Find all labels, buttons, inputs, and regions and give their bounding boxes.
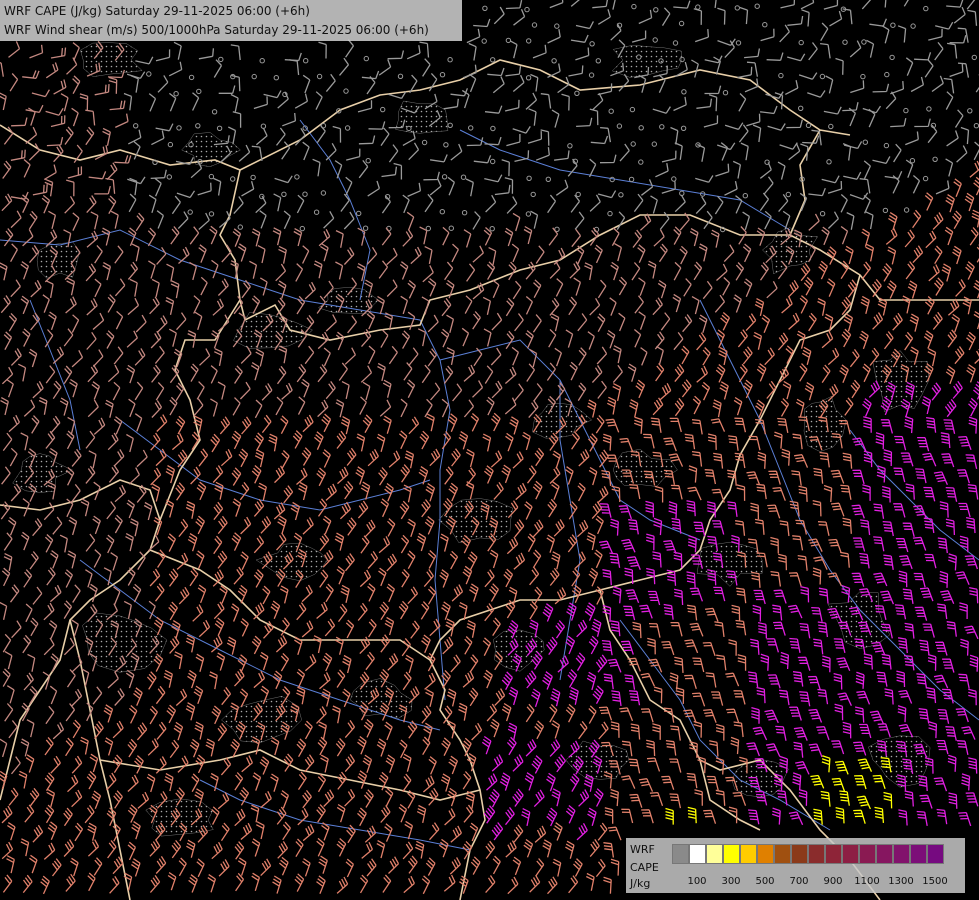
- legend-swatch: [842, 844, 859, 864]
- legend-tick: 1500: [922, 876, 948, 887]
- legend-tick: 300: [721, 876, 741, 887]
- legend-swatch: [791, 844, 808, 864]
- legend-tick-labels: 100 300 500 700 900 1100 1300 1500: [672, 876, 962, 890]
- legend-swatch: [808, 844, 825, 864]
- legend-swatch: [689, 844, 706, 864]
- legend-tick: 500: [755, 876, 775, 887]
- legend-swatch: [910, 844, 927, 864]
- legend-swatch: [740, 844, 757, 864]
- legend-tick: 1100: [854, 876, 880, 887]
- legend-tick: 900: [823, 876, 843, 887]
- cape-title: WRF CAPE (J/kg) Saturday 29-11-2025 06:0…: [4, 4, 310, 18]
- wind-shear-title: WRF Wind shear (m/s) 500/1000hPa Saturda…: [4, 23, 429, 37]
- map-background: [0, 0, 979, 900]
- map-title-box: WRF CAPE (J/kg) Saturday 29-11-2025 06:0…: [0, 0, 462, 41]
- legend-variable-label: CAPE: [630, 861, 659, 874]
- legend-model-label: WRF: [630, 843, 655, 856]
- legend-swatch: [893, 844, 910, 864]
- cape-legend: WRF CAPE J/kg 100 300 500 700 900 1100 1300 150…: [626, 838, 965, 893]
- legend-swatch: [706, 844, 723, 864]
- legend-tick: 1300: [888, 876, 914, 887]
- legend-swatch: [723, 844, 740, 864]
- legend-swatch: [672, 844, 689, 864]
- legend-unit-label: J/kg: [630, 877, 651, 890]
- legend-tick: 700: [789, 876, 809, 887]
- wind-shear-cape-map: [0, 0, 979, 900]
- legend-swatch: [927, 844, 944, 864]
- legend-swatch: [774, 844, 791, 864]
- legend-swatch: [757, 844, 774, 864]
- legend-color-scale: [672, 844, 944, 864]
- legend-swatch: [876, 844, 893, 864]
- legend-swatch: [859, 844, 876, 864]
- legend-tick: 100: [687, 876, 707, 887]
- legend-swatch: [825, 844, 842, 864]
